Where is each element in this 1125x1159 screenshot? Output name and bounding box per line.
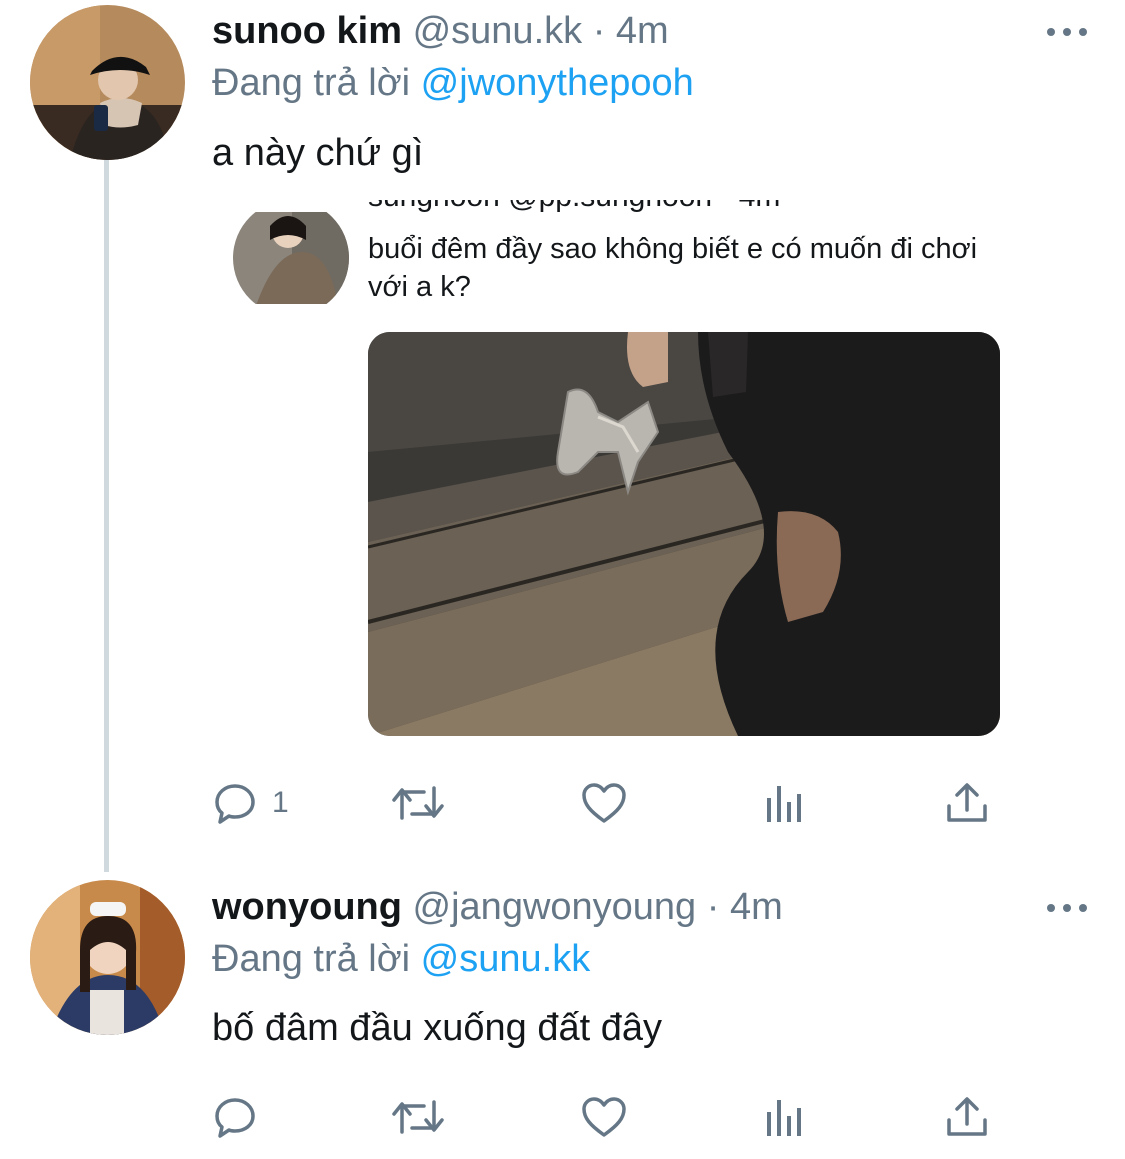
share-button[interactable] bbox=[944, 778, 990, 828]
tweet-header: sunoo kim @sunu.kk · 4m bbox=[212, 8, 669, 54]
reply-count: 1 bbox=[272, 786, 289, 819]
display-name[interactable]: wonyoung bbox=[212, 886, 402, 928]
replying-to-link[interactable]: @sunu.kk bbox=[421, 938, 591, 980]
analytics-button[interactable] bbox=[764, 778, 806, 828]
more-icon[interactable] bbox=[1047, 26, 1087, 38]
reply-button[interactable] bbox=[212, 1092, 272, 1142]
heart-icon bbox=[580, 780, 628, 826]
replying-to: Đang trả lời @sunu.kk bbox=[212, 936, 590, 982]
like-button[interactable] bbox=[580, 778, 642, 828]
avatar[interactable] bbox=[30, 880, 185, 1035]
analytics-icon bbox=[764, 780, 806, 826]
share-icon bbox=[944, 780, 990, 826]
retweet-icon bbox=[390, 780, 446, 826]
display-name[interactable]: sunoo kim bbox=[212, 10, 402, 52]
avatar[interactable] bbox=[30, 5, 185, 160]
like-button[interactable] bbox=[580, 1092, 642, 1142]
analytics-icon bbox=[764, 1094, 806, 1140]
heart-icon bbox=[580, 1094, 628, 1140]
quoted-tweet[interactable]: sunghoon @pp.sunghoon · 4m buổi đêm bbox=[212, 180, 1012, 750]
user-handle[interactable]: @jangwonyoung bbox=[413, 886, 697, 928]
tweet-time[interactable]: 4m bbox=[616, 10, 669, 52]
separator-dot: · bbox=[592, 10, 606, 52]
replying-to-link[interactable]: @jwonythepooh bbox=[421, 62, 694, 104]
separator-dot: · bbox=[706, 886, 720, 928]
quoted-tweet-text: buổi đêm đầy sao không biết e có muốn đi… bbox=[368, 233, 978, 303]
tweet-actions: 1 bbox=[212, 778, 1012, 828]
share-icon bbox=[944, 1094, 990, 1140]
tweet-actions bbox=[212, 1092, 1012, 1142]
tweet-header: wonyoung @jangwonyoung · 4m bbox=[212, 884, 783, 930]
retweet-icon bbox=[390, 1094, 446, 1140]
retweet-button[interactable] bbox=[390, 1092, 460, 1142]
analytics-button[interactable] bbox=[764, 1092, 806, 1142]
reply-icon bbox=[212, 1094, 258, 1140]
tweet-text: a này chứ gì bbox=[212, 132, 424, 174]
reply-button[interactable]: 1 bbox=[212, 778, 289, 828]
share-button[interactable] bbox=[944, 1092, 990, 1142]
tweet-time[interactable]: 4m bbox=[730, 886, 783, 928]
more-icon[interactable] bbox=[1047, 902, 1087, 914]
replying-prefix: Đang trả lời bbox=[212, 62, 411, 104]
quoted-tweet-image[interactable] bbox=[368, 332, 1000, 736]
reply-icon bbox=[212, 780, 258, 826]
replying-to: Đang trả lời @jwonythepooh bbox=[212, 60, 694, 106]
user-handle[interactable]: @sunu.kk bbox=[413, 10, 583, 52]
tweet-text: bố đâm đầu xuống đất đây bbox=[212, 1007, 663, 1049]
retweet-button[interactable] bbox=[390, 778, 460, 828]
quoted-tweet-header: sunghoon @pp.sunghoon · 4m bbox=[368, 200, 780, 214]
replying-prefix: Đang trả lời bbox=[212, 938, 411, 980]
thread-connector-line bbox=[104, 160, 109, 872]
quoted-avatar-wrap bbox=[232, 212, 350, 304]
